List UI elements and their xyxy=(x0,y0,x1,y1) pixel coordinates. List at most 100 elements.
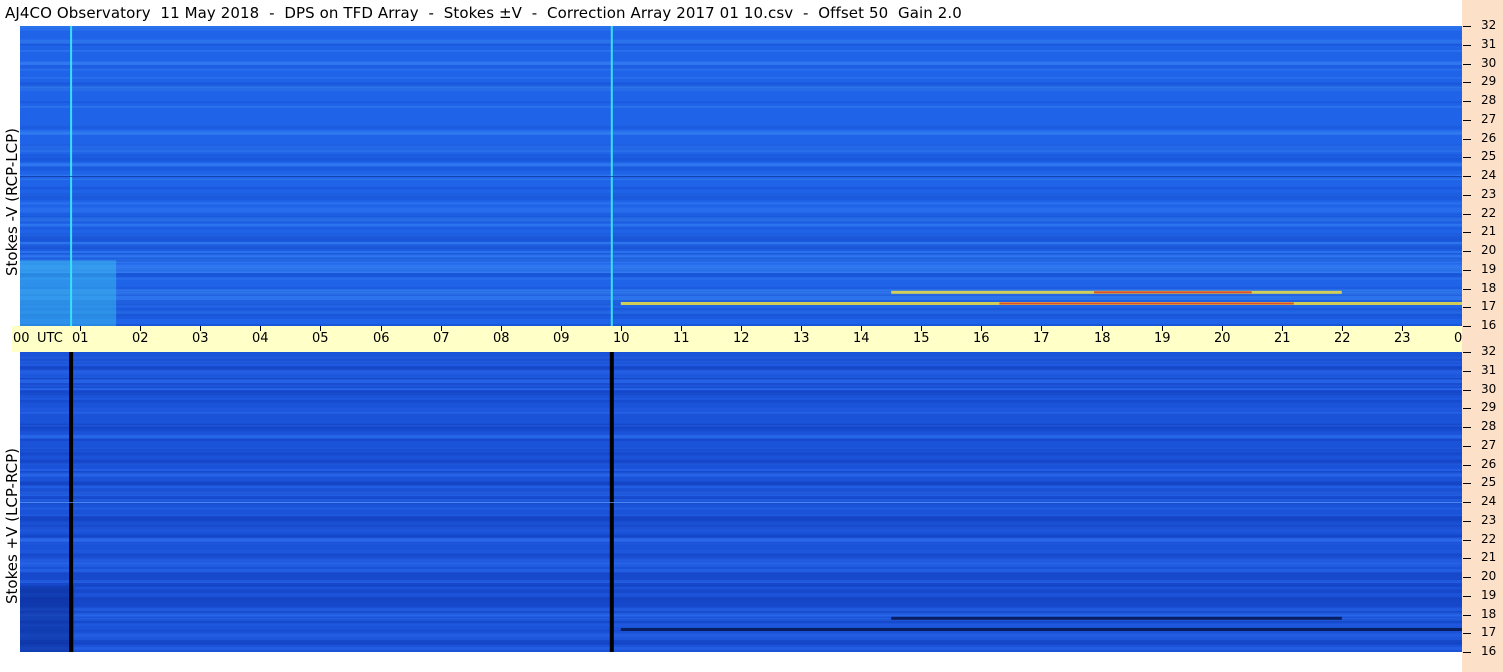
utc-tick-mark xyxy=(1041,326,1043,331)
texture-band xyxy=(20,377,1462,380)
utc-tick-mark xyxy=(1281,326,1283,331)
texture-band xyxy=(20,214,1462,216)
utc-tick-label: 06 xyxy=(373,331,390,346)
utc-unit-label: UTC xyxy=(37,331,63,346)
mhz-tick-label: 26 xyxy=(1481,456,1497,471)
texture-band xyxy=(20,462,1462,466)
mhz-tick-mark xyxy=(1463,176,1471,177)
mhz-tick-label: 27 xyxy=(1481,437,1497,452)
emission-band-core xyxy=(999,302,1294,305)
utc-tick-label: 20 xyxy=(1214,331,1231,346)
texture-band xyxy=(20,522,1462,526)
mhz-tick-mark xyxy=(1463,614,1471,616)
utc-tick-mark xyxy=(560,326,562,331)
mhz-tick-mark xyxy=(1463,326,1471,327)
texture-band xyxy=(20,399,1462,403)
mhz-tick-mark xyxy=(1463,288,1471,290)
texture-band xyxy=(20,233,1462,236)
utc-tick-label: 10 xyxy=(613,331,630,346)
texture-band xyxy=(20,596,1462,600)
texture-band xyxy=(20,308,1462,313)
utc-tick-mark xyxy=(140,326,142,331)
mhz-tick-mark xyxy=(1463,577,1471,578)
texture-band xyxy=(20,589,1462,593)
mhz-tick-label: 30 xyxy=(1481,55,1497,70)
texture-band xyxy=(20,485,1462,488)
utc-tick-label: 08 xyxy=(493,331,510,346)
mhz-tick-label: 32 xyxy=(1481,344,1497,358)
texture-band xyxy=(20,575,1462,581)
texture-band xyxy=(20,157,1462,161)
utc-tick-mark xyxy=(1161,326,1163,331)
mhz-tick-mark xyxy=(1463,483,1471,485)
texture-band xyxy=(20,105,1462,108)
mhz-tick-label: 30 xyxy=(1481,381,1497,396)
texture-band xyxy=(20,452,1462,456)
utc-tick-label: 05 xyxy=(312,331,329,346)
texture-band xyxy=(20,26,1462,28)
mhz-tick-label: 16 xyxy=(1481,644,1497,658)
texture-band xyxy=(20,580,1462,584)
texture-band xyxy=(20,50,1462,52)
texture-band xyxy=(20,269,1462,272)
texture-band xyxy=(20,207,1462,213)
mhz-tick-mark xyxy=(1463,63,1471,65)
texture-band xyxy=(20,640,1462,644)
texture-band xyxy=(20,496,1462,500)
utc-tick-label: 17 xyxy=(1033,331,1050,346)
texture-band xyxy=(20,125,1462,129)
emission-band xyxy=(620,628,1462,631)
title-bar: AJ4CO Observatory 11 May 2018 - DPS on T… xyxy=(0,0,1462,26)
mhz-tick-label: 16 xyxy=(1481,318,1497,332)
chart-title: AJ4CO Observatory 11 May 2018 - DPS on T… xyxy=(5,4,962,22)
texture-band xyxy=(20,286,1462,288)
mhz-tick-mark xyxy=(1463,445,1471,447)
texture-band xyxy=(20,376,1462,378)
mhz-tick-mark xyxy=(1463,370,1471,372)
mhz-tick-label: 24 xyxy=(1481,168,1497,182)
bottom-margin xyxy=(20,652,1462,672)
bottom-spectrogram xyxy=(20,352,1462,652)
mhz-tick-mark xyxy=(1463,389,1471,391)
texture-band xyxy=(20,407,1462,411)
utc-tick-mark xyxy=(1341,326,1343,331)
texture-band xyxy=(20,360,1462,365)
texture-band xyxy=(20,166,1462,171)
texture-band xyxy=(20,583,1462,587)
mhz-tick-mark xyxy=(1463,82,1471,84)
mhz-tick-mark xyxy=(1463,652,1471,653)
texture-band xyxy=(20,538,1462,543)
utc-tick-mark xyxy=(801,326,803,331)
mhz-tick-label: 23 xyxy=(1481,512,1497,527)
texture-band xyxy=(20,163,1462,167)
utc-tick-mark xyxy=(80,326,82,331)
mhz-tick-mark xyxy=(1463,558,1471,560)
emission-band xyxy=(891,616,1342,620)
mhz-tick-mark xyxy=(1463,213,1471,215)
mhz-tick-mark xyxy=(1463,101,1471,102)
mhz-tick-label: 25 xyxy=(1481,475,1497,490)
mhz-tick-mark xyxy=(1463,157,1471,159)
mhz-tick-label: 29 xyxy=(1481,400,1497,415)
mhz-tick-label: 22 xyxy=(1481,531,1497,546)
mhz-tick-label: 28 xyxy=(1481,93,1497,107)
utc-tick-mark xyxy=(500,326,502,331)
texture-band xyxy=(20,638,1462,640)
mhz-tick-mark xyxy=(1463,502,1471,503)
utc-tick-label: 00 xyxy=(13,331,30,346)
utc-tick-label: 12 xyxy=(733,331,750,346)
texture-band xyxy=(20,48,1462,50)
utc-tick-label: 01 xyxy=(72,331,89,346)
mhz-tick-label: 21 xyxy=(1481,224,1497,239)
texture-band xyxy=(20,178,1462,181)
texture-band xyxy=(20,236,1462,239)
utc-tick-mark xyxy=(1401,326,1403,331)
utc-tick-label: 16 xyxy=(973,331,990,346)
utc-tick-label: 02 xyxy=(132,331,149,346)
texture-band xyxy=(20,572,1462,576)
mhz-tick-label: 18 xyxy=(1481,280,1497,295)
texture-band xyxy=(20,383,1462,386)
horizontal-reference-line xyxy=(20,176,1462,177)
texture-band xyxy=(20,192,1462,196)
texture-band xyxy=(20,85,1462,87)
